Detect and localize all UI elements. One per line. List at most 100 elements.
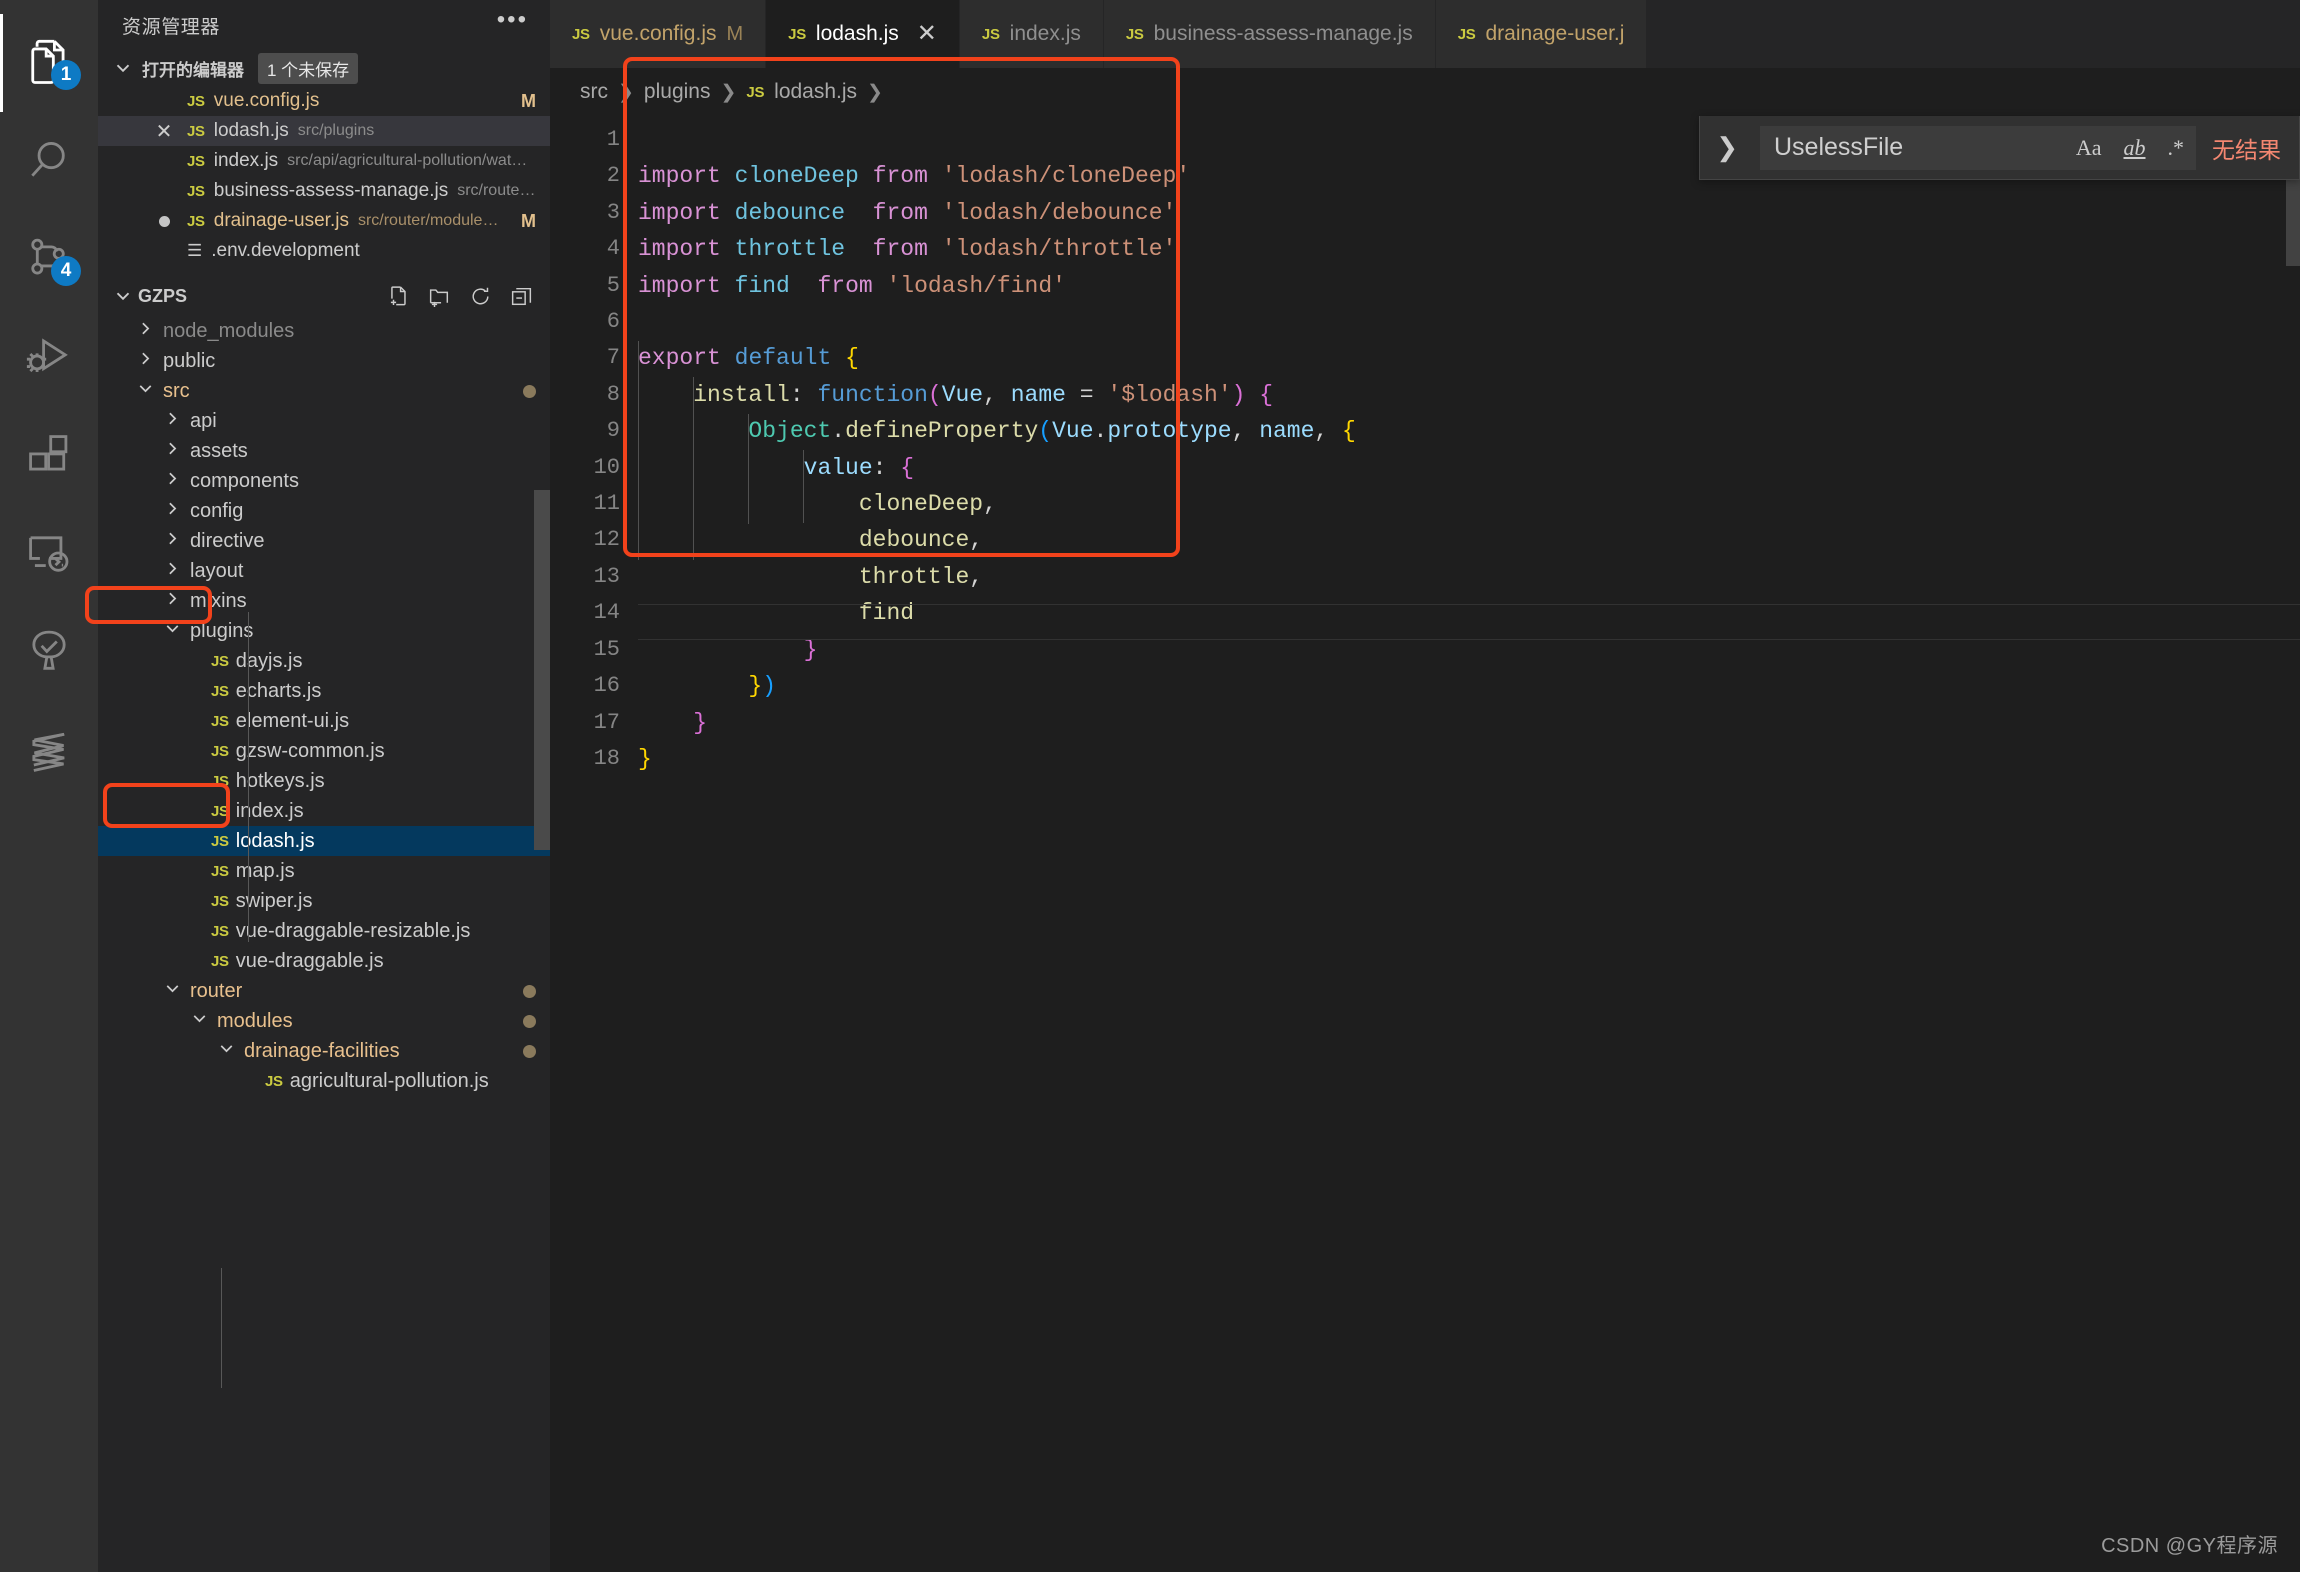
activity-item-run-and-debug[interactable] <box>0 308 98 406</box>
tree-file-gzsw-common-js[interactable]: JS gzsw-common.js <box>98 736 550 766</box>
chevron-right-icon <box>162 558 183 585</box>
chevron-down-icon <box>135 378 156 405</box>
chevron-right-icon[interactable]: ❯ <box>1710 132 1744 163</box>
tree-folder-components[interactable]: components <box>98 466 550 496</box>
activity-item-custom-tool[interactable] <box>0 700 98 798</box>
activity-item-extensions[interactable] <box>0 406 98 504</box>
code-content[interactable]: import cloneDeep from 'lodash/cloneDeep'… <box>638 116 2300 1572</box>
tree-file-vue-draggable-js[interactable]: JS vue-draggable.js <box>98 946 550 976</box>
breadcrumb-item-src[interactable]: src <box>580 80 608 104</box>
tree-item-label: config <box>190 499 244 522</box>
workspace-name: GZPS <box>138 285 188 306</box>
tree-item-label: drainage-facilities <box>244 1039 400 1062</box>
tab-business-assess-manage-js[interactable]: JS business-assess-manage.js <box>1103 0 1436 68</box>
tree-item-label: assets <box>190 439 248 462</box>
tree-item-label: router <box>190 979 243 1002</box>
tree-folder-public[interactable]: public <box>98 346 550 376</box>
sidebar-scrollbar[interactable] <box>534 490 550 850</box>
activity-item-source-control[interactable]: 4 <box>0 210 98 308</box>
tree-file-lodash-js[interactable]: JS lodash.js <box>98 826 550 856</box>
chevron-down-icon <box>189 1008 210 1035</box>
tree-file-index-js[interactable]: JS index.js <box>98 796 550 826</box>
find-input[interactable]: UselessFile Aa ab .* <box>1760 125 2196 170</box>
whole-word-icon[interactable]: ab <box>2120 135 2150 161</box>
breadcrumb-item-file[interactable]: lodash.js <box>774 80 857 104</box>
tree-item-label: vue-draggable-resizable.js <box>235 919 471 942</box>
js-icon: JS <box>1125 25 1144 43</box>
open-editor-item[interactable]: JS index.js src/api/agricultural-polluti… <box>98 146 550 176</box>
activity-item-remote-explorer[interactable] <box>0 504 98 602</box>
line-number: 2 <box>606 163 620 189</box>
indent-guide <box>748 414 749 524</box>
tree-file-agricultural-pollution-js[interactable]: JS agricultural-pollution.js <box>98 1066 550 1096</box>
activity-item-search[interactable] <box>0 112 98 210</box>
close-icon[interactable]: ✕ <box>909 22 937 46</box>
dirty-dot-icon[interactable] <box>150 210 178 233</box>
js-icon: JS <box>265 1072 283 1090</box>
activity-item-testing[interactable] <box>0 602 98 700</box>
tree-file-map-js[interactable]: JS map.js <box>98 856 550 886</box>
open-editor-item[interactable]: ✕ JS lodash.js src/plugins <box>98 116 550 146</box>
workspace-root-header[interactable]: GZPS <box>98 276 550 316</box>
tree-folder-mixins[interactable]: mixins <box>98 586 550 616</box>
tree-file-element-ui-js[interactable]: JS element-ui.js <box>98 706 550 736</box>
git-status-dot <box>523 1014 536 1028</box>
tab-drainage-user-js[interactable]: JS drainage-user.j <box>1435 0 1648 68</box>
tree-folder-src[interactable]: src <box>98 376 550 406</box>
open-editor-path: src/router/modules <box>457 182 536 199</box>
tree-file-dayjs-js[interactable]: JS dayjs.js <box>98 646 550 676</box>
js-icon: JS <box>572 25 590 43</box>
tree-folder-directive[interactable]: directive <box>98 526 550 556</box>
collapse-all-icon[interactable] <box>509 284 534 309</box>
sidebar-title-bar: 资源管理器 ••• <box>98 0 550 50</box>
code-editor[interactable]: 1 2 3 4 5 6 7 8 9 10 11 12 13 14 15 16 17 18 import clone… <box>550 116 2300 1572</box>
tab-label: business-assess-manage.js <box>1153 22 1413 45</box>
open-editor-name: vue.config.js <box>213 90 320 111</box>
tree-folder-assets[interactable]: assets <box>98 436 550 466</box>
tab-label: drainage-user.j <box>1485 22 1625 45</box>
tree-folder-api[interactable]: api <box>98 406 550 436</box>
open-editors-header[interactable]: 打开的编辑器 1 个未保存 <box>98 50 550 86</box>
tree-file-vue-draggable-resizable-js[interactable]: JS vue-draggable-resizable.js <box>98 916 550 946</box>
tree-folder-drainage-facilities[interactable]: drainage-facilities <box>98 1036 550 1066</box>
breadcrumb-item-plugins[interactable]: plugins <box>644 80 711 104</box>
tree-folder-modules[interactable]: modules <box>98 1006 550 1036</box>
tree-file-swiper-js[interactable]: JS swiper.js <box>98 886 550 916</box>
open-editor-path: src/plugins <box>297 122 375 139</box>
tab-vue-config-js[interactable]: JS vue.config.js M <box>550 0 767 68</box>
chevron-right-icon <box>135 348 156 375</box>
tab-lodash-js[interactable]: JS lodash.js ✕ <box>766 0 960 68</box>
tree-file-echarts-js[interactable]: JS echarts.js <box>98 676 550 706</box>
js-icon: JS <box>187 92 205 110</box>
match-case-icon[interactable]: Aa <box>2072 135 2106 161</box>
source-control-badge: 4 <box>51 256 81 286</box>
open-editor-item[interactable]: JS business-assess-manage.js src/router/… <box>98 176 550 206</box>
explorer-badge: 1 <box>51 60 81 90</box>
tree-file-hotkeys-js[interactable]: JS hotkeys.js <box>98 766 550 796</box>
refresh-icon[interactable] <box>468 284 493 309</box>
tree-folder-router[interactable]: router <box>98 976 550 1006</box>
tree-indent-guide <box>248 612 249 942</box>
indent-guide <box>803 450 804 523</box>
tree-folder-node-modules[interactable]: node_modules <box>98 316 550 346</box>
new-file-icon[interactable] <box>386 284 411 309</box>
find-widget: ❯ UselessFile Aa ab .* 无结果 <box>1699 116 2300 180</box>
ellipsis-icon[interactable]: ••• <box>497 8 528 35</box>
close-icon[interactable]: ✕ <box>150 119 178 144</box>
line-number: 17 <box>593 709 620 735</box>
js-icon: JS <box>211 772 229 790</box>
open-editor-item[interactable]: JS vue.config.js M <box>98 86 550 116</box>
activity-item-explorer[interactable]: 1 <box>0 14 98 112</box>
open-editor-item[interactable]: JS drainage-user.js src/router/modules/d… <box>98 206 550 236</box>
js-icon: JS <box>187 152 205 170</box>
tab-index-js[interactable]: JS index.js <box>959 0 1104 68</box>
use-regex-icon[interactable]: .* <box>2164 135 2189 161</box>
editor-area: JS vue.config.js M JS lodash.js ✕ JS ind… <box>550 0 2300 1572</box>
tree-folder-config[interactable]: config <box>98 496 550 526</box>
new-folder-icon[interactable] <box>427 284 452 309</box>
line-number: 12 <box>593 527 620 553</box>
tree-folder-plugins[interactable]: plugins <box>98 616 550 646</box>
tree-folder-layout[interactable]: layout <box>98 556 550 586</box>
activity-bar: 1 4 <box>0 0 98 1572</box>
open-editor-item[interactable]: ☰ .env.development <box>98 236 550 266</box>
